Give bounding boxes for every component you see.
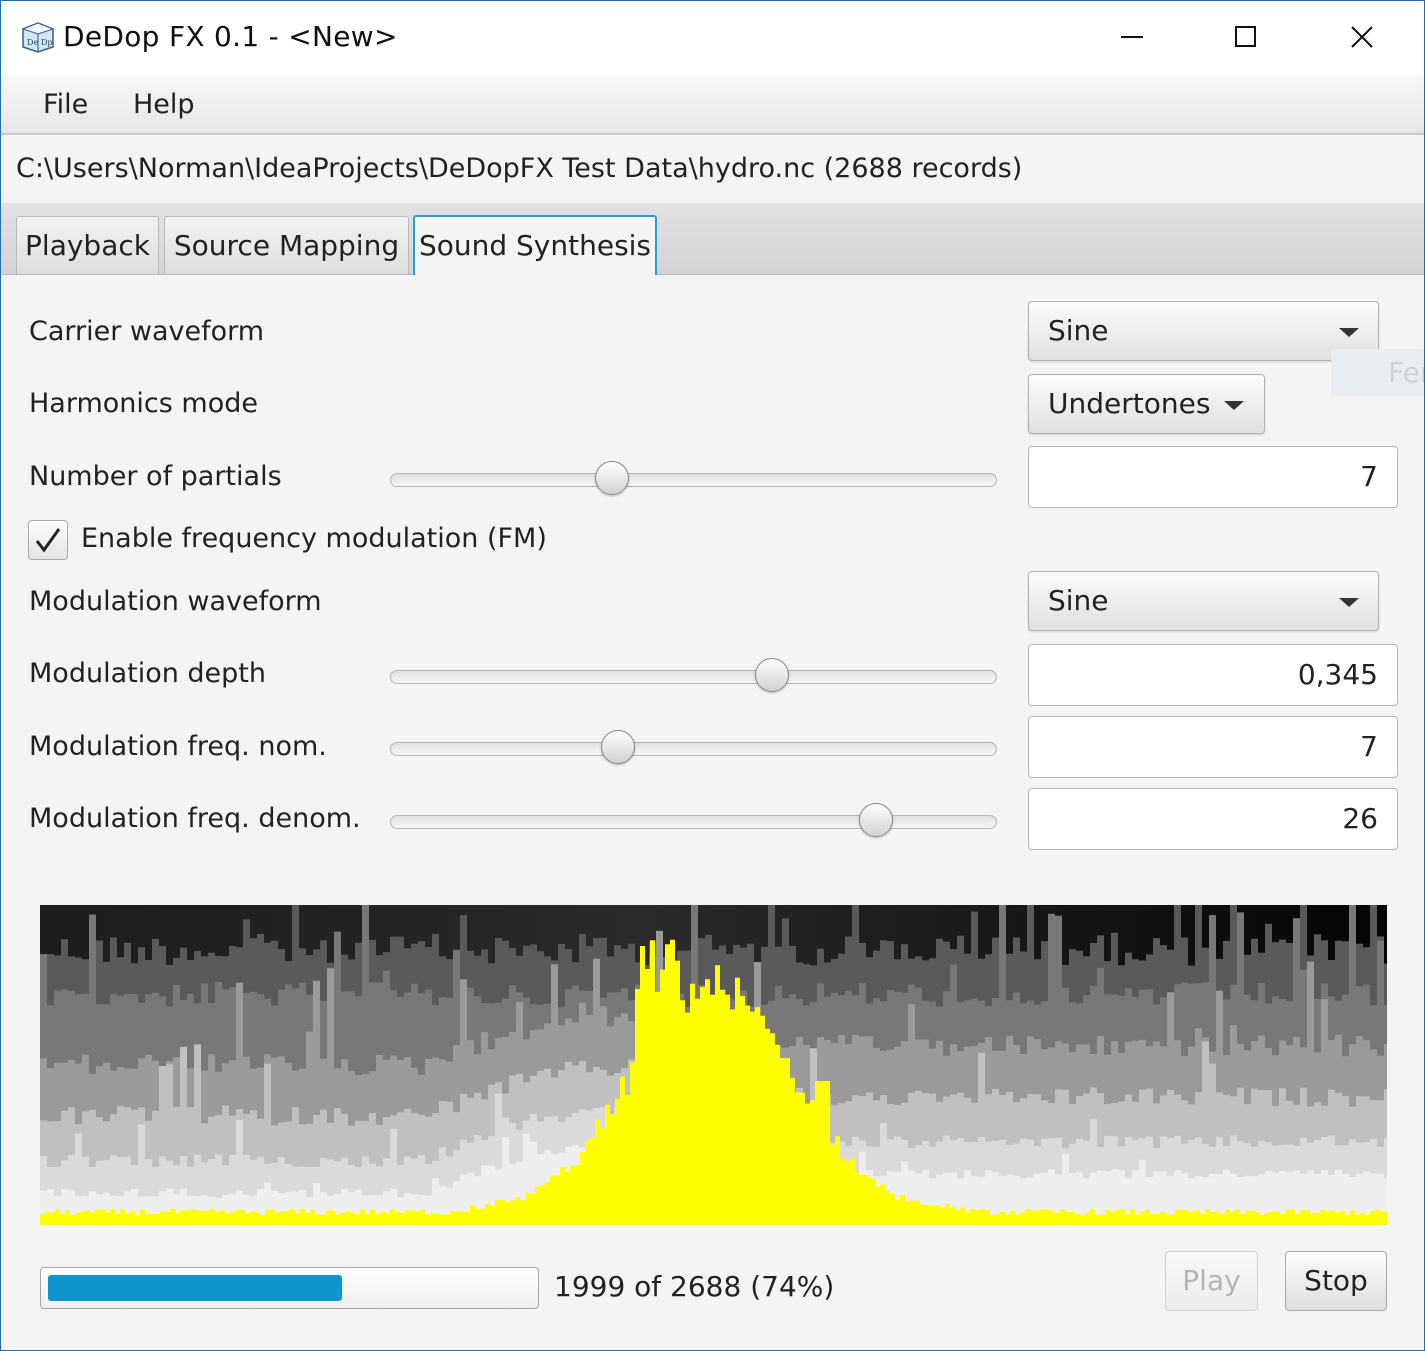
- slider-track: [390, 473, 997, 487]
- minimize-icon: [1121, 36, 1143, 38]
- mod-depth-input[interactable]: 0,345: [1028, 644, 1398, 706]
- close-icon: [1351, 26, 1373, 48]
- carrier-waveform-select[interactable]: Sine: [1028, 301, 1379, 361]
- chevron-down-icon: [1224, 401, 1244, 410]
- tab-sound-synthesis[interactable]: Sound Synthesis: [413, 215, 657, 275]
- carrier-waveform-label: Carrier waveform: [29, 316, 265, 347]
- slider-thumb[interactable]: [600, 730, 635, 764]
- chevron-down-icon: [1339, 328, 1359, 337]
- mod-freq-nom-slider[interactable]: [390, 730, 997, 770]
- num-partials-slider[interactable]: [390, 461, 997, 501]
- mod-freq-denom-label: Modulation freq. denom.: [29, 803, 361, 834]
- num-partials-input[interactable]: 7: [1028, 446, 1398, 508]
- tab-source-mapping[interactable]: Source Mapping: [164, 216, 409, 274]
- carrier-waveform-value: Sine: [1048, 314, 1109, 347]
- slider-thumb[interactable]: [755, 658, 790, 692]
- spectrum-graphic: [40, 905, 1387, 1225]
- maximize-icon: [1235, 26, 1256, 47]
- fm-checkbox-label[interactable]: Enable frequency modulation (FM): [81, 523, 547, 554]
- close-button[interactable]: [1306, 1, 1422, 75]
- maximize-button[interactable]: [1190, 1, 1306, 75]
- harmonics-mode-label: Harmonics mode: [29, 388, 258, 419]
- chevron-down-icon: [1339, 598, 1359, 607]
- mod-freq-denom-slider[interactable]: [390, 803, 997, 843]
- source-file-info: C:\Users\Norman\IdeaProjects\DeDopFX Tes…: [16, 153, 1023, 184]
- mod-freq-denom-input[interactable]: 26: [1028, 788, 1398, 850]
- slider-thumb[interactable]: [594, 461, 629, 495]
- window-title: DeDop FX 0.1 - <New>: [63, 20, 398, 53]
- mod-waveform-label: Modulation waveform: [29, 586, 322, 617]
- spectrum-display: [40, 905, 1387, 1225]
- mod-waveform-value: Sine: [1048, 584, 1109, 617]
- progress-text: 1999 of 2688 (74%): [554, 1270, 835, 1303]
- mod-depth-label: Modulation depth: [29, 658, 267, 689]
- mod-depth-value: 0,345: [1297, 658, 1378, 691]
- harmonics-mode-select[interactable]: Undertones: [1028, 374, 1265, 434]
- num-partials-label: Number of partials: [29, 461, 282, 492]
- num-partials-value: 7: [1360, 460, 1378, 493]
- slider-track: [390, 742, 997, 756]
- menu-help[interactable]: Help: [133, 89, 195, 120]
- menu-bar: File Help: [1, 75, 1424, 135]
- app-window: De Dp DeDop FX 0.1 - <New> File Help C:\…: [0, 0, 1425, 1351]
- tab-bar: Playback Source Mapping Sound Synthesis: [1, 203, 1424, 275]
- slider-track: [390, 670, 997, 684]
- progress-fill: [48, 1275, 342, 1301]
- mod-freq-nom-value: 7: [1360, 730, 1378, 763]
- minimize-button[interactable]: [1076, 1, 1192, 75]
- svg-text:Dp: Dp: [41, 38, 53, 47]
- mod-waveform-select[interactable]: Sine: [1028, 571, 1379, 631]
- slider-thumb[interactable]: [858, 803, 893, 837]
- ghost-tooltip: Fer: [1331, 349, 1424, 396]
- svg-text:De: De: [27, 38, 38, 47]
- mod-freq-nom-input[interactable]: 7: [1028, 716, 1398, 778]
- menu-file[interactable]: File: [43, 89, 88, 120]
- harmonics-mode-value: Undertones: [1048, 387, 1211, 420]
- progress-bar: [40, 1267, 539, 1309]
- checkmark-icon: [35, 528, 61, 553]
- title-bar: De Dp DeDop FX 0.1 - <New>: [1, 1, 1424, 75]
- mod-freq-denom-value: 26: [1342, 802, 1378, 835]
- mod-depth-slider[interactable]: [390, 658, 997, 698]
- tab-playback[interactable]: Playback: [16, 216, 159, 274]
- fm-checkbox[interactable]: [28, 520, 68, 560]
- mod-freq-nom-label: Modulation freq. nom.: [29, 731, 327, 762]
- dedop-app-icon: De Dp: [21, 21, 55, 53]
- stop-button[interactable]: Stop: [1285, 1251, 1387, 1311]
- play-button[interactable]: Play: [1165, 1251, 1258, 1311]
- slider-track: [390, 815, 997, 829]
